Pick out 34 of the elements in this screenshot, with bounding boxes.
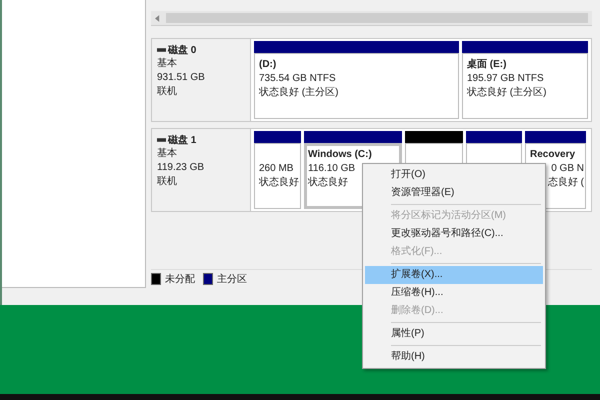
disk-type: 基本 — [157, 147, 178, 161]
partition-detail: 0 GB N — [551, 162, 584, 176]
disk-name: 磁盘 0 — [168, 44, 196, 57]
partition-label: 桌面 (E:) — [467, 58, 508, 72]
partition-detail: 735.54 GB NTFS — [259, 72, 336, 86]
disk-size: 119.23 GB — [157, 161, 206, 175]
disk-status: 联机 — [157, 175, 178, 189]
menu-item[interactable]: 帮助(H) — [365, 348, 543, 366]
partition-detail: 195.97 GB NTFS — [467, 72, 544, 86]
partition[interactable]: 桌面 (E:) 195.97 GB NTFS 状态良好 (主分区) — [462, 53, 588, 119]
menu-item[interactable]: 压缩卷(H)... — [365, 284, 543, 302]
partition[interactable]: 260 MB 状态良好 — [254, 143, 301, 209]
partition-detail: 116.10 GB — [308, 162, 356, 176]
partition[interactable]: (D:) 735.54 GB NTFS 状态良好 (主分区) — [254, 53, 459, 119]
scroll-left-icon[interactable] — [155, 14, 160, 22]
partition-detail: 状态良好 — [308, 176, 348, 190]
partition-detail: 状态良好 (主分区) — [259, 86, 338, 100]
partition-label: Recovery — [530, 148, 576, 162]
partition-label: Windows (C:) — [308, 148, 373, 162]
menu-item[interactable]: 更改驱动器号和路径(C)... — [365, 225, 543, 243]
menu-item[interactable]: 扩展卷(X)... — [365, 266, 543, 284]
disk-size: 931.51 GB — [157, 71, 206, 85]
partition-detail: 态良好 ( — [548, 176, 584, 190]
legend-label: 未分配 — [165, 272, 195, 286]
partition-detail: 260 MB — [259, 162, 294, 176]
partition-detail: 状态良好 (主分区) — [467, 86, 546, 100]
horizontal-scrollbar[interactable] — [151, 11, 592, 26]
menu-item[interactable]: 属性(P) — [365, 325, 543, 343]
disk-status: 联机 — [157, 85, 178, 99]
partition-detail: 状态良好 — [259, 176, 299, 190]
disk-type: 基本 — [157, 57, 178, 71]
partition-label: (D:) — [259, 58, 278, 72]
disk-name: 磁盘 1 — [168, 134, 196, 147]
legend-label: 主分区 — [217, 272, 247, 286]
